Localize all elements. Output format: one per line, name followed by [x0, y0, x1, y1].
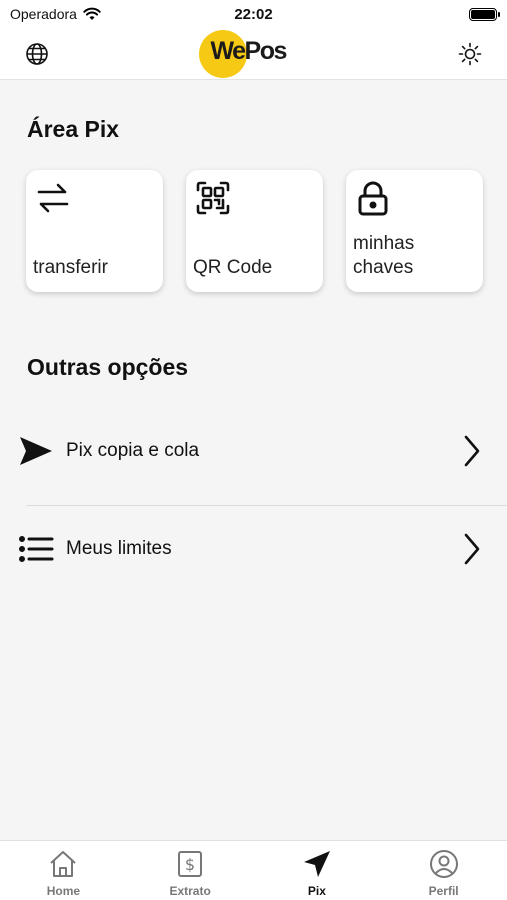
tab-label: Perfil: [428, 884, 459, 898]
battery-icon: [469, 7, 500, 21]
pix-area-title: Área Pix: [27, 116, 120, 142]
my-keys-card[interactable]: minhas chaves: [346, 170, 483, 292]
option-label: Pix copia e cola: [66, 440, 200, 461]
status-bar: Operadora 22:02: [0, 0, 507, 28]
other-options-title: Outras opções: [27, 354, 189, 380]
card-label: minhas chaves: [353, 233, 415, 278]
globe-icon: [26, 42, 48, 65]
dollar-receipt-icon: $: [178, 851, 203, 877]
list-icon: [19, 536, 54, 562]
tab-pix[interactable]: Pix: [254, 841, 381, 900]
tab-home[interactable]: Home: [0, 841, 127, 900]
card-label: transferir: [33, 257, 108, 278]
qr-code-icon: [196, 181, 230, 215]
status-left: Operadora: [10, 6, 101, 22]
home-icon: [50, 851, 77, 877]
tab-perfil[interactable]: Perfil: [380, 841, 507, 900]
sun-icon: [458, 42, 482, 65]
lock-icon: [358, 181, 388, 216]
tab-label: Pix: [307, 884, 326, 898]
send-icon: [303, 851, 330, 877]
qr-code-card[interactable]: QR Code: [186, 170, 323, 292]
pix-copy-paste-option[interactable]: Pix copia e cola: [0, 403, 507, 499]
chevron-right-icon: [464, 435, 480, 467]
option-label: Meus limites: [66, 538, 172, 559]
chevron-right-icon: [464, 533, 480, 565]
transfer-card[interactable]: transferir: [26, 170, 163, 292]
theme-toggle-button[interactable]: [451, 35, 489, 73]
pix-cards: transferir QR Code minhas chaves: [26, 170, 483, 292]
logo-text: WePos: [210, 37, 288, 65]
transfer-arrows-icon: [37, 183, 69, 213]
carrier-label: Operadora: [10, 6, 77, 22]
app-header: WePos: [0, 28, 507, 80]
send-icon: [20, 437, 52, 465]
tab-extrato[interactable]: $ Extrato: [127, 841, 254, 900]
my-limits-option[interactable]: Meus limites: [0, 501, 507, 597]
tab-label: Extrato: [169, 884, 211, 898]
tab-label: Home: [46, 884, 81, 898]
bottom-tab-bar: Home $ Extrato Pix Perfil: [0, 840, 507, 900]
logo-circle: [198, 30, 247, 78]
card-label: QR Code: [193, 257, 273, 278]
app-logo: WePos: [0, 28, 507, 80]
language-button[interactable]: [18, 35, 56, 73]
user-circle-icon: [429, 850, 458, 878]
svg-text:$: $: [185, 855, 195, 874]
wifi-icon: [83, 7, 101, 20]
